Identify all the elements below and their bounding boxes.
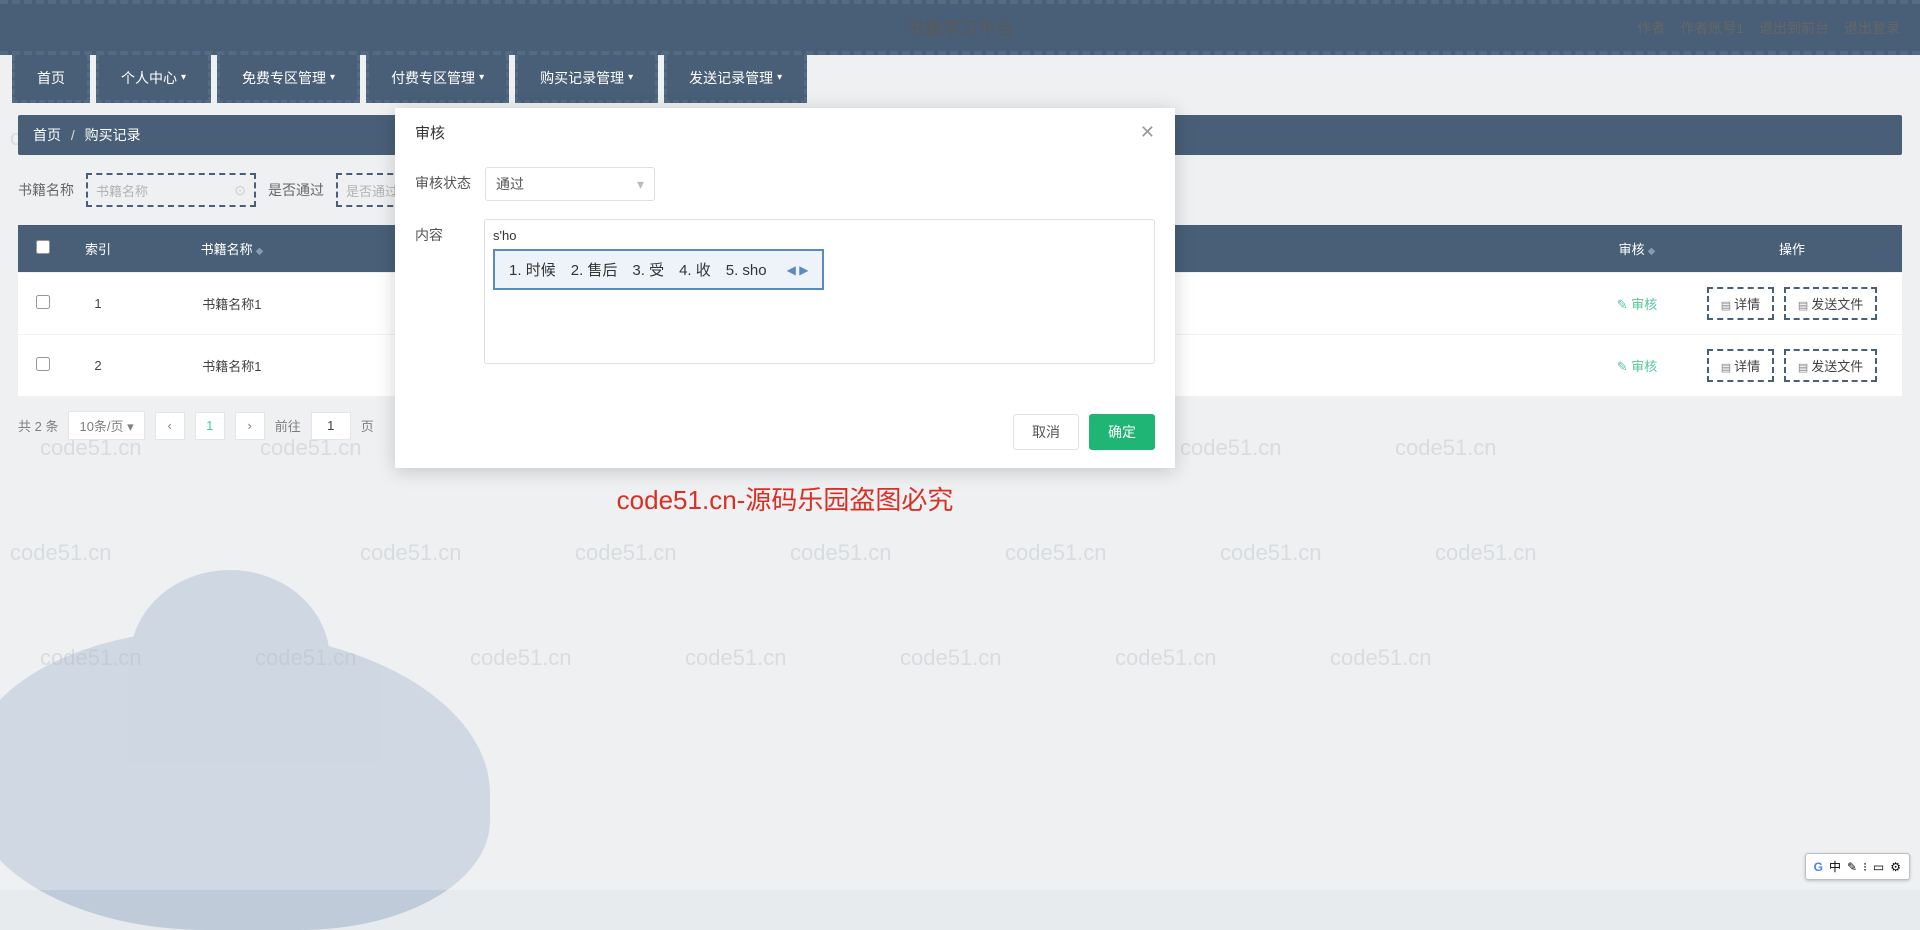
ok-button[interactable]: 确定 [1089,414,1155,450]
ime-toolbar[interactable]: G 中 ✎ ⁝ ▭ ⚙ [1805,853,1910,880]
modal-title: 审核 [415,122,445,143]
status-select[interactable]: 通过 ▾ [485,167,655,201]
ime-tool-icon[interactable]: ✎ [1847,860,1857,874]
ime-composition: s'ho [493,228,1146,243]
content-textarea[interactable]: s'ho 1. 时候 2. 售后 3. 受 4. 收 5. sho ◀ ▶ [484,219,1155,364]
ime-tool-icon[interactable]: ⁝ [1863,860,1867,874]
ime-tool-icon[interactable]: ▭ [1873,860,1884,874]
chevron-down-icon: ▾ [637,176,644,193]
ime-candidate-box[interactable]: 1. 时候 2. 售后 3. 受 4. 收 5. sho ◀ ▶ [493,249,824,290]
status-label: 审核状态 [415,167,485,193]
ime-logo-icon: G [1814,860,1823,874]
audit-modal: 审核 ✕ 审核状态 通过 ▾ 内容 s'ho 1. 时候 2. 售后 3. 受 … [395,108,1175,468]
ime-nav-icon[interactable]: ◀ ▶ [787,263,809,277]
ime-tool-icon[interactable]: ⚙ [1890,860,1901,874]
watermark-center-text: code51.cn-源码乐园盗图必究 [617,480,954,517]
content-label: 内容 [415,219,484,245]
cancel-button[interactable]: 取消 [1013,414,1079,450]
close-icon[interactable]: ✕ [1140,122,1155,143]
